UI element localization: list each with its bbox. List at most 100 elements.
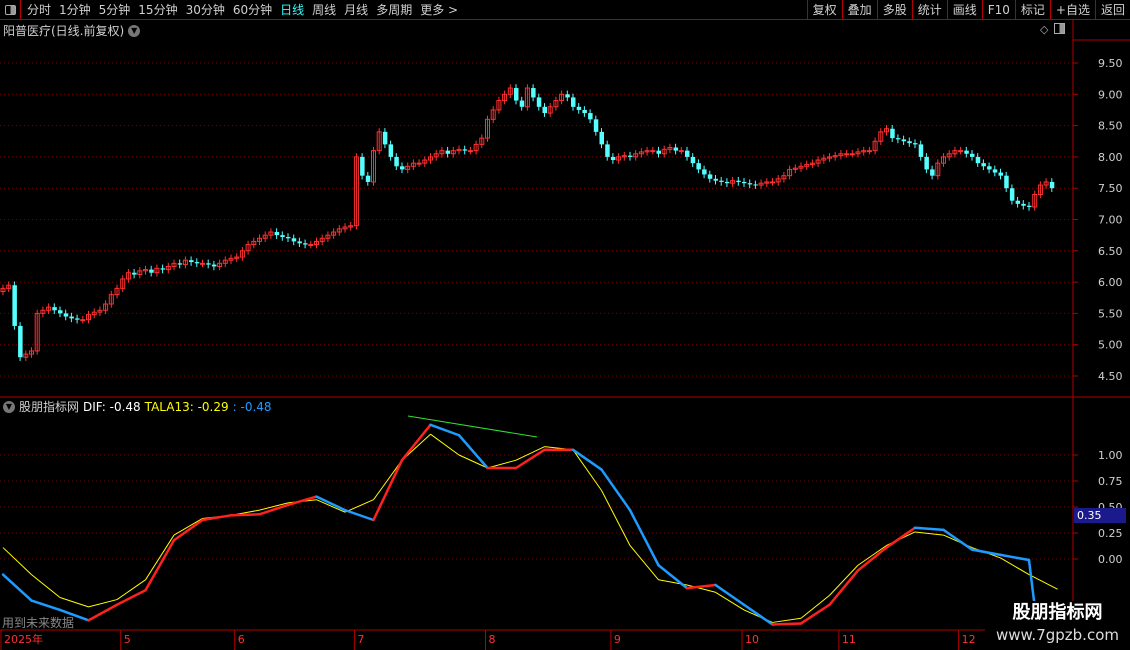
dif-segment bbox=[229, 513, 261, 517]
candle bbox=[536, 97, 542, 107]
tala13-segment bbox=[430, 433, 460, 456]
future-data-notice: 用到未来数据 bbox=[2, 616, 75, 630]
price-tick-label: 9.00 bbox=[1098, 88, 1123, 101]
candle bbox=[678, 150, 684, 153]
candle bbox=[1015, 200, 1021, 204]
candle bbox=[890, 128, 895, 139]
candle bbox=[52, 307, 57, 311]
candle bbox=[462, 149, 468, 151]
time-label: 11 bbox=[842, 633, 856, 646]
dif-segment bbox=[742, 603, 774, 626]
candle bbox=[63, 313, 69, 317]
candle bbox=[206, 263, 211, 265]
candle bbox=[844, 153, 850, 156]
candle bbox=[177, 263, 183, 265]
dif-segment bbox=[970, 548, 1002, 557]
candle bbox=[286, 237, 291, 239]
candle bbox=[964, 150, 969, 154]
candle bbox=[365, 175, 371, 182]
dif-segment bbox=[30, 599, 62, 612]
candle bbox=[132, 272, 137, 275]
dif-segment bbox=[856, 546, 888, 572]
price-tick-label: 8.50 bbox=[1098, 120, 1123, 133]
candle bbox=[542, 106, 547, 114]
time-label: 7 bbox=[357, 633, 364, 646]
dif-segment bbox=[913, 526, 945, 532]
candle bbox=[742, 181, 747, 184]
chevron-down-icon[interactable]: ▼ bbox=[3, 400, 15, 413]
dif-segment bbox=[885, 526, 917, 549]
time-label: 9 bbox=[614, 633, 621, 646]
chart-canvas[interactable]: 9.50 9.00 8.50 8.00 7.50 7.00 6.50 6.00 5.50 5.00… bbox=[0, 0, 1130, 650]
candle bbox=[605, 144, 610, 157]
tala13-segment bbox=[316, 499, 346, 513]
time-label: 8 bbox=[489, 633, 496, 646]
tala13-segment bbox=[629, 545, 659, 581]
candle bbox=[998, 172, 1003, 176]
price-tick-label: 9.50 bbox=[1098, 57, 1123, 70]
dif-segment bbox=[942, 528, 974, 551]
time-label: 6 bbox=[238, 633, 245, 646]
candle bbox=[297, 241, 302, 244]
candle bbox=[918, 144, 924, 157]
candle bbox=[770, 181, 775, 184]
candle bbox=[588, 113, 593, 120]
tala13-segment bbox=[914, 531, 944, 536]
price-tick-label: 4.50 bbox=[1098, 370, 1123, 383]
crosshair-value-label: 0.35 bbox=[1074, 508, 1126, 523]
tala13-segment bbox=[601, 490, 631, 546]
candle bbox=[69, 316, 74, 319]
candle bbox=[913, 143, 918, 145]
candle bbox=[1009, 188, 1015, 201]
candle bbox=[866, 150, 872, 153]
candle bbox=[531, 88, 536, 98]
candle bbox=[467, 150, 473, 153]
candle bbox=[200, 262, 205, 265]
candle bbox=[599, 131, 604, 145]
divergence-line bbox=[407, 415, 538, 438]
candle bbox=[360, 156, 365, 176]
dif-segment bbox=[600, 468, 632, 512]
candle bbox=[58, 310, 63, 314]
candle bbox=[707, 174, 713, 179]
candle bbox=[400, 166, 405, 170]
candle bbox=[975, 156, 981, 164]
candle bbox=[416, 162, 422, 165]
watermark: 股朋指标网 www.7gpzb.com bbox=[985, 601, 1130, 650]
candle bbox=[753, 184, 758, 186]
candle bbox=[80, 319, 86, 322]
dif-segment bbox=[657, 563, 689, 590]
price-tick-label: 6.00 bbox=[1098, 276, 1123, 289]
candle bbox=[280, 235, 285, 238]
candle bbox=[958, 150, 964, 153]
price-tick-label: 6.50 bbox=[1098, 245, 1123, 258]
candle bbox=[719, 180, 724, 182]
price-tick-label: 7.00 bbox=[1098, 214, 1123, 227]
dif-segment bbox=[457, 433, 489, 470]
candle bbox=[514, 88, 519, 101]
indicator-tick-label: 0.00 bbox=[1098, 553, 1123, 566]
candle bbox=[18, 325, 23, 358]
tala-value: TALA13: -0.29 bbox=[144, 399, 229, 414]
candle bbox=[992, 169, 998, 173]
candle bbox=[1021, 203, 1026, 206]
dif-segment bbox=[315, 495, 347, 512]
dif-segment bbox=[343, 508, 375, 522]
candle bbox=[690, 156, 696, 164]
candle bbox=[981, 163, 986, 167]
candle bbox=[702, 169, 707, 175]
candle bbox=[308, 244, 314, 247]
candle bbox=[907, 141, 912, 144]
candle bbox=[303, 243, 308, 245]
candle bbox=[713, 178, 718, 181]
candle bbox=[747, 183, 753, 185]
candle bbox=[565, 94, 570, 98]
price-tick-label: 7.50 bbox=[1098, 182, 1123, 195]
dif-segment bbox=[372, 458, 404, 522]
dif-segment bbox=[799, 603, 831, 625]
tala13-segment bbox=[31, 574, 61, 598]
tala13-segment bbox=[572, 449, 602, 491]
candle bbox=[571, 97, 576, 107]
candle bbox=[445, 150, 451, 154]
watermark-url: www.7gpzb.com bbox=[996, 626, 1119, 644]
